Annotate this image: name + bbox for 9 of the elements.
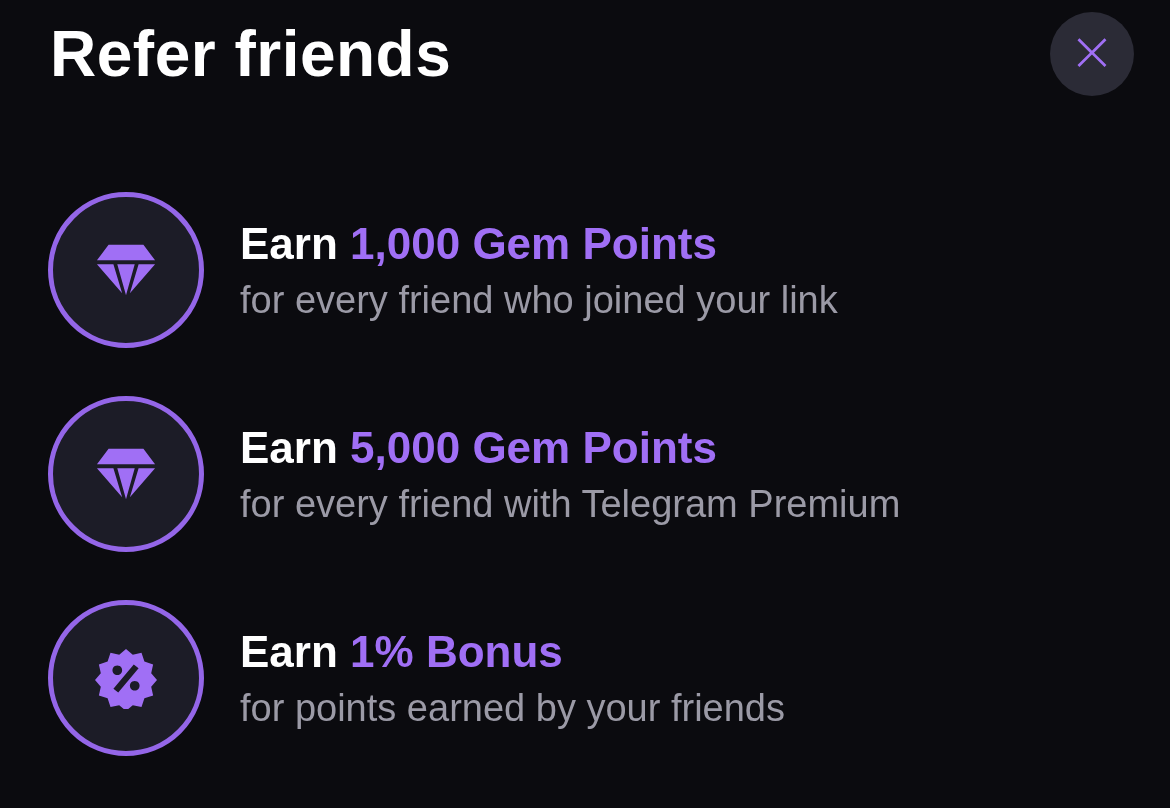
reward-description: for points earned by your friends bbox=[240, 686, 785, 730]
reward-title: Earn 1% Bonus bbox=[240, 626, 564, 677]
reward-description: for every friend with Telegram Premium bbox=[240, 482, 901, 526]
percent-badge-icon bbox=[95, 647, 157, 709]
page-title: Refer friends bbox=[50, 17, 452, 91]
reward-description: for every friend who joined your link bbox=[240, 278, 838, 322]
close-button[interactable]: × bbox=[1050, 12, 1134, 96]
reward-title: Earn 5,000 Gem Points bbox=[240, 422, 718, 473]
reward-title: Earn 1,000 Gem Points bbox=[240, 218, 718, 269]
